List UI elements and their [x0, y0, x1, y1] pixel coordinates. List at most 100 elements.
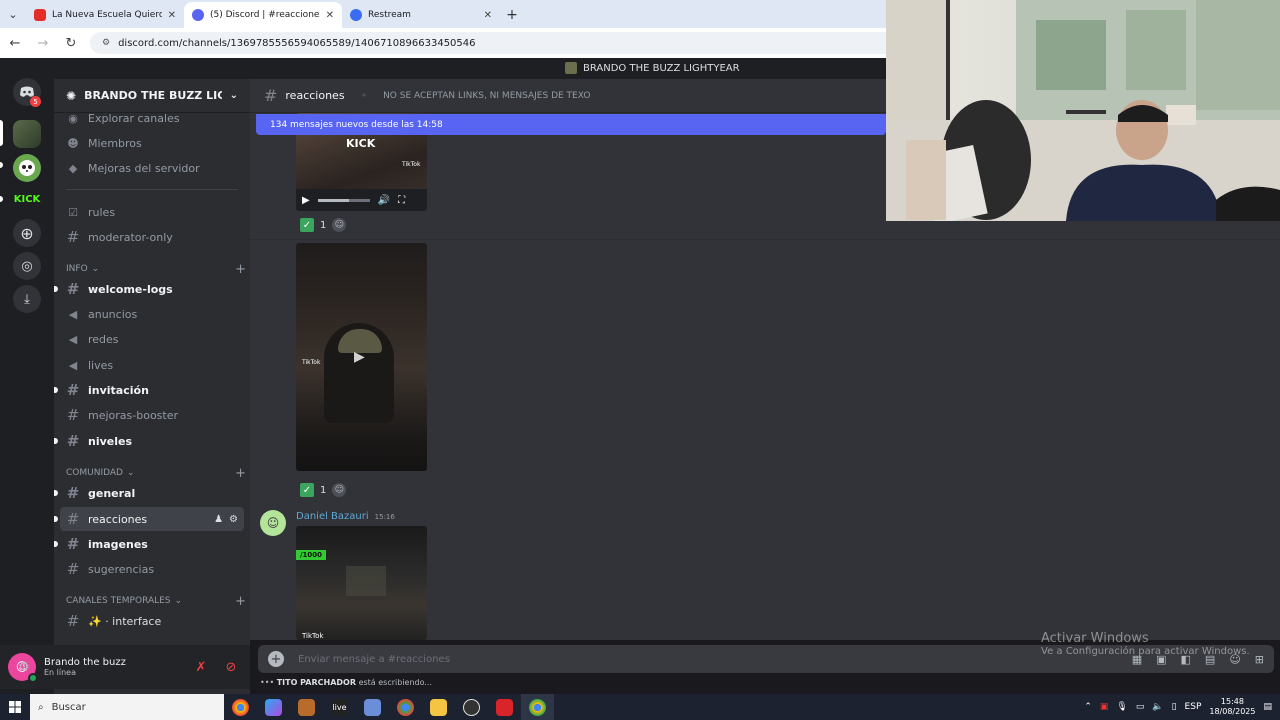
channel-rules[interactable]: ☑ rules [60, 200, 244, 224]
taskbar-notepad[interactable] [356, 694, 389, 720]
hash-icon: # [264, 86, 278, 105]
channel-reacciones[interactable]: # reacciones ♟ ⚙ [54, 507, 244, 531]
gear-icon[interactable]: ⚙ [229, 514, 238, 525]
taskbar-live[interactable]: live [323, 694, 356, 720]
category-label: CANALES TEMPORALES [66, 596, 171, 606]
windows-start-icon[interactable] [0, 694, 30, 720]
user-settings-gear-icon[interactable]: ⚙ [13, 653, 35, 681]
taskbar-chrome-3[interactable] [521, 694, 554, 720]
new-tab-button[interactable]: + [500, 2, 524, 28]
username: Brando the buzz [44, 657, 126, 668]
category-temporales[interactable]: CANALES TEMPORALES ⌄ + [66, 593, 246, 609]
hash-icon: # [66, 432, 80, 450]
message-header: Daniel Bazauri 15:16 [296, 511, 395, 522]
taskbar-search[interactable]: ⌕ Buscar [30, 694, 224, 720]
checkmark-reaction-icon[interactable]: ✓ [300, 483, 314, 497]
network-icon[interactable]: ▭ [1136, 702, 1145, 712]
clock[interactable]: 15:48 18/08/2025 [1209, 697, 1255, 717]
taskbar-chrome-2[interactable] [389, 694, 422, 720]
message-author[interactable]: Daniel Bazauri [296, 511, 369, 522]
server-panda-icon[interactable] [13, 154, 41, 182]
add-channel-icon[interactable]: + [235, 262, 246, 277]
channel-niveles[interactable]: # niveles [54, 429, 244, 453]
tab-youtube[interactable]: La Nueva Escuela Quiero besar ✕ [26, 2, 184, 28]
video-attachment[interactable]: TikTok ▶ [296, 243, 427, 471]
chevron-up-icon[interactable]: ⌃ [1084, 702, 1092, 712]
video-attachment[interactable]: /1000 TikTok [296, 526, 427, 640]
volume-slider[interactable] [317, 198, 370, 202]
back-icon[interactable]: ← [6, 36, 24, 51]
forward-icon[interactable]: → [34, 36, 52, 51]
add-reaction-icon[interactable]: ☺ [332, 483, 347, 497]
chrome-icon [397, 698, 414, 716]
category-comunidad[interactable]: COMUNIDAD ⌄ + [66, 465, 246, 481]
attach-plus-icon[interactable]: + [268, 651, 284, 667]
channel-redes[interactable]: ◀ redes [60, 327, 244, 351]
taskbar-explorer[interactable] [422, 694, 455, 720]
channel-sugerencias[interactable]: # sugerencias [60, 557, 244, 581]
mute-microphone-icon[interactable]: ✗ [190, 660, 212, 675]
channel-name: reacciones [285, 89, 345, 102]
taskbar-streaming-app[interactable] [488, 694, 521, 720]
server-kick-icon[interactable]: KICK [13, 185, 41, 213]
tab-discord[interactable]: (5) Discord | #reacciones | BRAN ✕ [184, 2, 342, 28]
microphone-icon[interactable]: 🎙 [1116, 702, 1127, 712]
add-channel-icon[interactable]: + [235, 594, 246, 609]
channel-mejoras-booster[interactable]: # mejoras-booster [60, 403, 244, 427]
explore-servers-icon[interactable]: ◎ [13, 252, 41, 280]
notifications-icon[interactable]: ▤ [1263, 702, 1272, 712]
channel-imagenes[interactable]: # imagenes [54, 532, 244, 556]
channel-interface[interactable]: # ✨ · interface [60, 609, 244, 633]
close-tab-icon[interactable]: ✕ [326, 10, 334, 21]
checkmark-reaction-icon[interactable]: ✓ [300, 218, 314, 232]
close-tab-icon[interactable]: ✕ [168, 10, 176, 21]
taskbar-obs[interactable] [455, 694, 488, 720]
channel-sidebar: ✺ BRANDO THE BUZZ LIGHT... ⌄ ◉ Explorar … [54, 79, 250, 694]
download-apps-icon[interactable]: ⤓ [13, 285, 41, 313]
deafen-headphones-icon[interactable]: ⊘ [220, 660, 242, 675]
channel-label: niveles [88, 434, 133, 448]
category-info[interactable]: INFO ⌄ + [66, 261, 246, 277]
channel-moderator-only[interactable]: # moderator-only [60, 225, 244, 249]
avatar[interactable]: ☺ [260, 510, 286, 536]
hash-icon: # [66, 535, 80, 553]
add-channel-icon[interactable]: + [235, 466, 246, 481]
play-overlay-icon[interactable]: ▶ [354, 349, 365, 365]
invite-icon[interactable]: ♟ [214, 514, 223, 525]
tray-app-icon[interactable]: ▣ [1100, 702, 1109, 712]
close-tab-icon[interactable]: ✕ [484, 10, 492, 21]
play-icon[interactable]: ▶ [302, 195, 310, 206]
site-info-icon[interactable]: ⚙ [102, 38, 110, 48]
channel-general[interactable]: # general [54, 481, 244, 505]
volume-icon[interactable]: 🔊 [378, 195, 390, 206]
url-field[interactable]: ⚙ discord.com/channels/13697855565940655… [90, 32, 970, 54]
volume-icon[interactable]: 🔈 [1152, 702, 1163, 712]
language-indicator[interactable]: ESP [1185, 702, 1202, 712]
server-brando-icon[interactable] [13, 120, 41, 148]
user-status: En línea [44, 668, 77, 677]
channel-anuncios[interactable]: ◀ anuncios [60, 302, 244, 326]
channel-invitacion[interactable]: # invitación [54, 378, 244, 402]
members[interactable]: ☻ Miembros [60, 131, 244, 155]
topic-divider: • [360, 89, 368, 102]
channel-label: welcome-logs [88, 282, 173, 296]
activities-gamepad-icon[interactable]: ⊞ [1255, 653, 1264, 666]
new-messages-bar[interactable]: 134 mensajes nuevos desde las 14:58 [256, 114, 886, 135]
channel-welcome-logs[interactable]: # welcome-logs [54, 277, 244, 301]
channel-lives[interactable]: ◀ lives [60, 353, 244, 377]
reload-icon[interactable]: ↻ [62, 36, 80, 51]
user-info[interactable]: Brando the buzz En línea [44, 657, 182, 677]
notification-badge: 5 [30, 96, 41, 107]
fullscreen-icon[interactable]: ⛶ [398, 195, 405, 206]
taskbar-chrome[interactable] [224, 694, 257, 720]
tiktok-watermark: TikTok [302, 632, 324, 640]
add-reaction-icon[interactable]: ☺ [332, 218, 347, 232]
battery-icon[interactable]: ▯ [1172, 702, 1177, 712]
explore-channels[interactable]: ◉ Explorar canales [60, 106, 244, 130]
tab-list-chevron-icon[interactable]: ⌄ [0, 0, 26, 28]
add-server-icon[interactable]: ⊕ [13, 219, 41, 247]
taskbar-copilot[interactable] [257, 694, 290, 720]
taskbar-app[interactable] [290, 694, 323, 720]
tab-restream[interactable]: Restream ✕ [342, 2, 500, 28]
server-boosts[interactable]: ◆ Mejoras del servidor [60, 156, 244, 180]
